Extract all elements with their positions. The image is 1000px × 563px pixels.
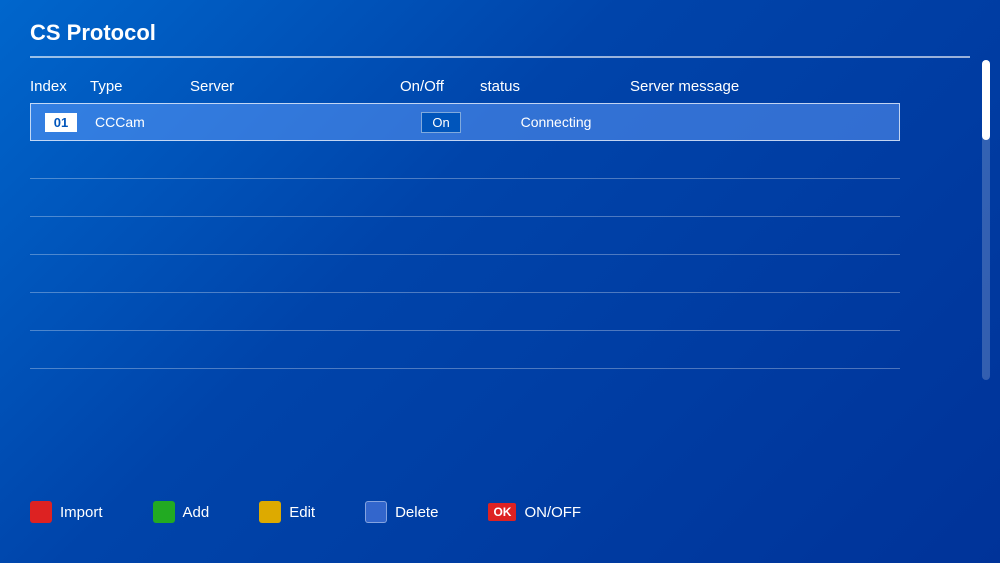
cell-server-6: [190, 344, 400, 356]
green-button-icon[interactable]: [153, 501, 175, 523]
cell-type-4: [90, 268, 190, 280]
cell-onoff-5: [400, 306, 480, 318]
header-index: Index: [30, 78, 90, 95]
cell-message-4: [630, 268, 900, 280]
scrollbar[interactable]: [982, 60, 990, 380]
table-row[interactable]: [30, 179, 900, 217]
cell-message-3: [630, 230, 900, 242]
yellow-button-icon[interactable]: [259, 501, 281, 523]
cell-type-2: [90, 192, 190, 204]
cell-message-1: [630, 154, 900, 166]
cell-type-5: [90, 306, 190, 318]
blue-button-icon[interactable]: [365, 501, 387, 523]
scrollbar-thumb[interactable]: [982, 60, 990, 140]
table-header: Index Type Server On/Off status Server m…: [30, 78, 900, 103]
cell-server-1: [190, 154, 400, 166]
action-onoff[interactable]: OK ON/OFF: [488, 503, 581, 521]
cell-server-3: [190, 230, 400, 242]
cell-onoff-4: [400, 268, 480, 280]
header-server: Server: [190, 78, 400, 95]
index-box-0: 01: [45, 113, 77, 132]
table-row[interactable]: [30, 141, 900, 179]
bottom-bar: Import Add Edit Delete OK ON/OFF: [30, 501, 581, 523]
cell-index-4: [30, 268, 90, 280]
cell-onoff-3: [400, 230, 480, 242]
add-label: Add: [183, 504, 210, 521]
action-add[interactable]: Add: [153, 501, 210, 523]
table-row[interactable]: [30, 293, 900, 331]
cell-server-5: [190, 306, 400, 318]
red-button-icon[interactable]: [30, 501, 52, 523]
cell-server-2: [190, 192, 400, 204]
cell-onoff-1: [400, 154, 480, 166]
cell-status-6: [480, 344, 630, 356]
cell-type-0: CCCam: [91, 108, 191, 136]
cell-index-5: [30, 306, 90, 318]
table-row[interactable]: [30, 331, 900, 369]
header-type: Type: [90, 78, 190, 95]
action-delete[interactable]: Delete: [365, 501, 438, 523]
delete-label: Delete: [395, 504, 438, 521]
header-message: Server message: [630, 78, 900, 95]
cell-status-5: [480, 306, 630, 318]
cell-server-4: [190, 268, 400, 280]
cell-type-6: [90, 344, 190, 356]
table-row[interactable]: [30, 255, 900, 293]
cell-status-3: [480, 230, 630, 242]
title-bar: CS Protocol: [30, 20, 970, 58]
cell-message-2: [630, 192, 900, 204]
header-status: status: [480, 78, 630, 95]
cell-onoff-6: [400, 344, 480, 356]
ok-button-icon[interactable]: OK: [488, 503, 516, 521]
header-onoff: On/Off: [400, 78, 480, 95]
cell-index-3: [30, 230, 90, 242]
table-section: Index Type Server On/Off status Server m…: [30, 78, 900, 369]
cell-status-1: [480, 154, 630, 166]
cell-message-6: [630, 344, 900, 356]
import-label: Import: [60, 504, 103, 521]
cell-onoff-0: On: [401, 106, 481, 139]
cell-server-0: [191, 116, 401, 128]
table-row[interactable]: [30, 217, 900, 255]
cell-index-2: [30, 192, 90, 204]
cell-status-2: [480, 192, 630, 204]
edit-label: Edit: [289, 504, 315, 521]
cell-onoff-2: [400, 192, 480, 204]
cell-message-0: [631, 116, 899, 128]
main-container: CS Protocol Index Type Server On/Off sta…: [0, 0, 1000, 563]
cell-index-6: [30, 344, 90, 356]
cell-status-0: Connecting: [481, 108, 631, 136]
onoff-box-0: On: [421, 112, 460, 133]
cell-type-1: [90, 154, 190, 166]
action-import[interactable]: Import: [30, 501, 103, 523]
cell-type-3: [90, 230, 190, 242]
table-row[interactable]: 01 CCCam On Connecting: [30, 103, 900, 141]
cell-index-1: [30, 154, 90, 166]
cell-index-0: 01: [31, 107, 91, 138]
cell-message-5: [630, 306, 900, 318]
page-title: CS Protocol: [30, 20, 156, 45]
onoff-label: ON/OFF: [524, 504, 581, 521]
action-edit[interactable]: Edit: [259, 501, 315, 523]
cell-status-4: [480, 268, 630, 280]
